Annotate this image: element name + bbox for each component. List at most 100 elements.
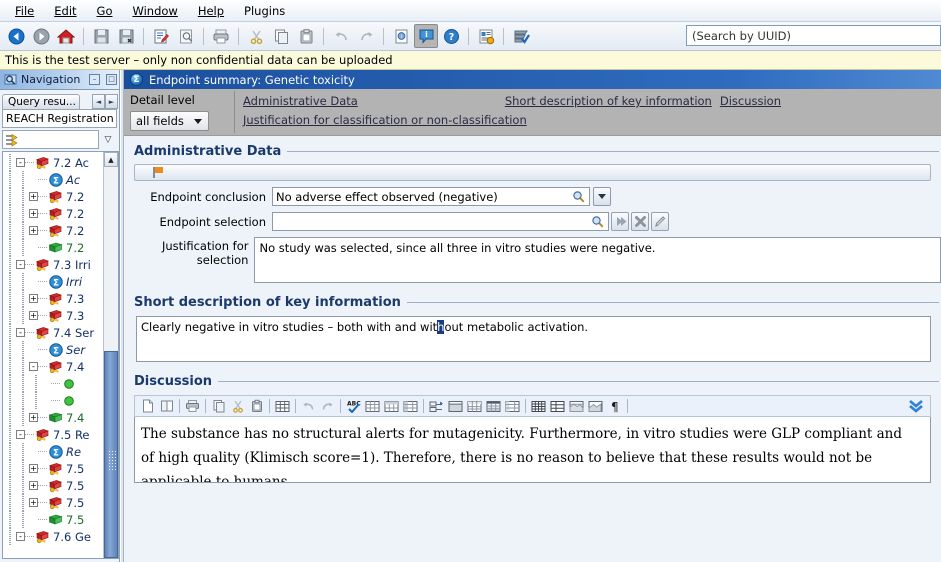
table-style-1-icon[interactable] [446, 397, 465, 415]
insert-table-icon[interactable] [363, 397, 382, 415]
tree-node[interactable]: +7.5 [3, 477, 103, 494]
tree-node[interactable]: Σ Ser [3, 341, 103, 358]
tree-node[interactable]: +7.2 [3, 188, 103, 205]
tab-scroll-right[interactable]: ► [105, 94, 118, 109]
endpoint-conclusion-input[interactable]: No adverse effect observed (negative) [272, 187, 590, 206]
new-document-icon[interactable] [138, 397, 157, 415]
search-input[interactable]: (Search by UUID) [686, 25, 941, 46]
tree-node[interactable] [3, 392, 103, 409]
image-table-alt-icon[interactable] [586, 397, 605, 415]
pilcrow-icon[interactable]: ¶ [605, 397, 624, 415]
detail-level-select[interactable]: all fields [130, 111, 209, 131]
paste-icon[interactable] [247, 397, 266, 415]
grid-icon[interactable] [529, 397, 548, 415]
report-icon[interactable] [474, 24, 498, 48]
tree-node[interactable]: +7.5 [3, 494, 103, 511]
save-icon[interactable] [89, 24, 113, 48]
flag-bar[interactable] [134, 164, 931, 181]
tree-node[interactable]: - 7.2 Ac [3, 154, 103, 171]
tree-node[interactable]: - 7.4 [3, 358, 103, 375]
open-document-icon[interactable] [157, 397, 176, 415]
validate-icon[interactable] [509, 24, 533, 48]
tree-node[interactable]: +7.4 [3, 409, 103, 426]
tree-node[interactable]: 7.2 [3, 239, 103, 256]
indent-icon[interactable] [427, 397, 446, 415]
search-icon[interactable] [591, 215, 604, 228]
maximize-button[interactable]: □ [106, 74, 117, 85]
expand-toolbar-chevron-icon[interactable] [907, 399, 925, 413]
tree-vertical-scrollbar[interactable]: ▲ [103, 152, 118, 558]
tree-toggle-expand-icon[interactable]: + [29, 481, 38, 490]
minimize-button[interactable]: – [89, 74, 100, 85]
image-table-icon[interactable] [567, 397, 586, 415]
redo-icon[interactable] [318, 397, 337, 415]
tree-toggle-collapse-icon[interactable]: - [16, 260, 25, 269]
clear-selection-button[interactable] [631, 212, 649, 231]
scroll-track[interactable] [104, 167, 118, 558]
menu-plugins[interactable]: Plugins [235, 2, 294, 20]
tree-toggle-expand-icon[interactable]: + [29, 498, 38, 507]
tree-node[interactable]: +7.3 [3, 290, 103, 307]
table-style-3-icon[interactable] [484, 397, 503, 415]
cut-icon[interactable] [228, 397, 247, 415]
tree-node[interactable]: - 7.6 Ge [3, 528, 103, 545]
short-description-textarea[interactable]: Clearly negative in vitro studies – both… [136, 316, 931, 362]
table-column-icon[interactable] [401, 397, 420, 415]
link-discussion[interactable]: Discussion [720, 94, 781, 108]
discussion-rich-text-body[interactable]: The substance has no structural alerts f… [134, 417, 931, 483]
help-icon[interactable]: ? [439, 24, 463, 48]
save-close-icon[interactable] [114, 24, 138, 48]
table-style-4-icon[interactable] [503, 397, 522, 415]
link-short-description[interactable]: Short description of key information [505, 94, 712, 108]
cut-icon[interactable] [244, 24, 268, 48]
tree-toggle-expand-icon[interactable]: + [29, 413, 38, 422]
undo-icon[interactable] [299, 397, 318, 415]
tree-node[interactable]: 7.5 [3, 511, 103, 528]
menu-window[interactable]: Window [123, 2, 186, 20]
tree-node[interactable]: +7.3 [3, 307, 103, 324]
tree-toggle-expand-icon[interactable]: + [29, 192, 38, 201]
link-administrative-data[interactable]: Administrative Data [243, 94, 358, 108]
undo-icon[interactable] [329, 24, 353, 48]
print-icon[interactable] [183, 397, 202, 415]
endpoint-selection-input[interactable] [272, 212, 609, 231]
preview-icon[interactable] [174, 24, 198, 48]
paste-icon[interactable] [294, 24, 318, 48]
grid-alt-icon[interactable] [548, 397, 567, 415]
scroll-thumb[interactable] [104, 350, 118, 558]
tree-toggle-expand-icon[interactable]: + [29, 294, 38, 303]
search-icon[interactable] [572, 190, 585, 203]
table-icon[interactable] [273, 397, 292, 415]
tree-toggle-expand-icon[interactable]: + [29, 464, 38, 473]
tree-node[interactable]: Σ Irri [3, 273, 103, 290]
menu-file[interactable]: File [6, 2, 43, 20]
table-row-icon[interactable] [382, 397, 401, 415]
menu-go[interactable]: Go [88, 2, 122, 20]
print-icon[interactable] [209, 24, 233, 48]
tree-node[interactable]: - 7.4 Ser [3, 324, 103, 341]
copy-icon[interactable] [269, 24, 293, 48]
link-justification-classification[interactable]: Justification for classification or non-… [243, 113, 527, 127]
filter-dropdown-icon[interactable]: ▽ [99, 130, 117, 149]
menu-help[interactable]: Help [189, 2, 233, 20]
edit-icon[interactable] [149, 24, 173, 48]
menu-edit[interactable]: Edit [45, 2, 85, 20]
spellcheck-icon[interactable]: ABC [344, 397, 363, 415]
tree-node[interactable]: - 7.5 Re [3, 426, 103, 443]
tree-toggle-collapse-icon[interactable]: - [16, 328, 25, 337]
tree-toggle-collapse-icon[interactable]: - [29, 362, 38, 371]
tree-toggle-collapse-icon[interactable]: - [16, 430, 25, 439]
tree-toggle-collapse-icon[interactable]: - [16, 532, 25, 541]
tab-query-results[interactable]: Query resu... [2, 94, 80, 109]
go-to-selection-button[interactable] [611, 212, 629, 231]
tree-node[interactable]: Σ Re [3, 443, 103, 460]
tree-node[interactable]: Σ Ac [3, 171, 103, 188]
tree-node[interactable]: +7.2 [3, 222, 103, 239]
tree-node[interactable] [3, 375, 103, 392]
tree-toggle-expand-icon[interactable]: + [29, 311, 38, 320]
tree-node[interactable]: +7.2 [3, 205, 103, 222]
tree-toggle-expand-icon[interactable]: + [29, 209, 38, 218]
tree-toggle-expand-icon[interactable]: + [29, 226, 38, 235]
edit-selection-button[interactable] [651, 212, 669, 231]
justification-selection-textarea[interactable]: No study was selected, since all three i… [254, 237, 941, 283]
